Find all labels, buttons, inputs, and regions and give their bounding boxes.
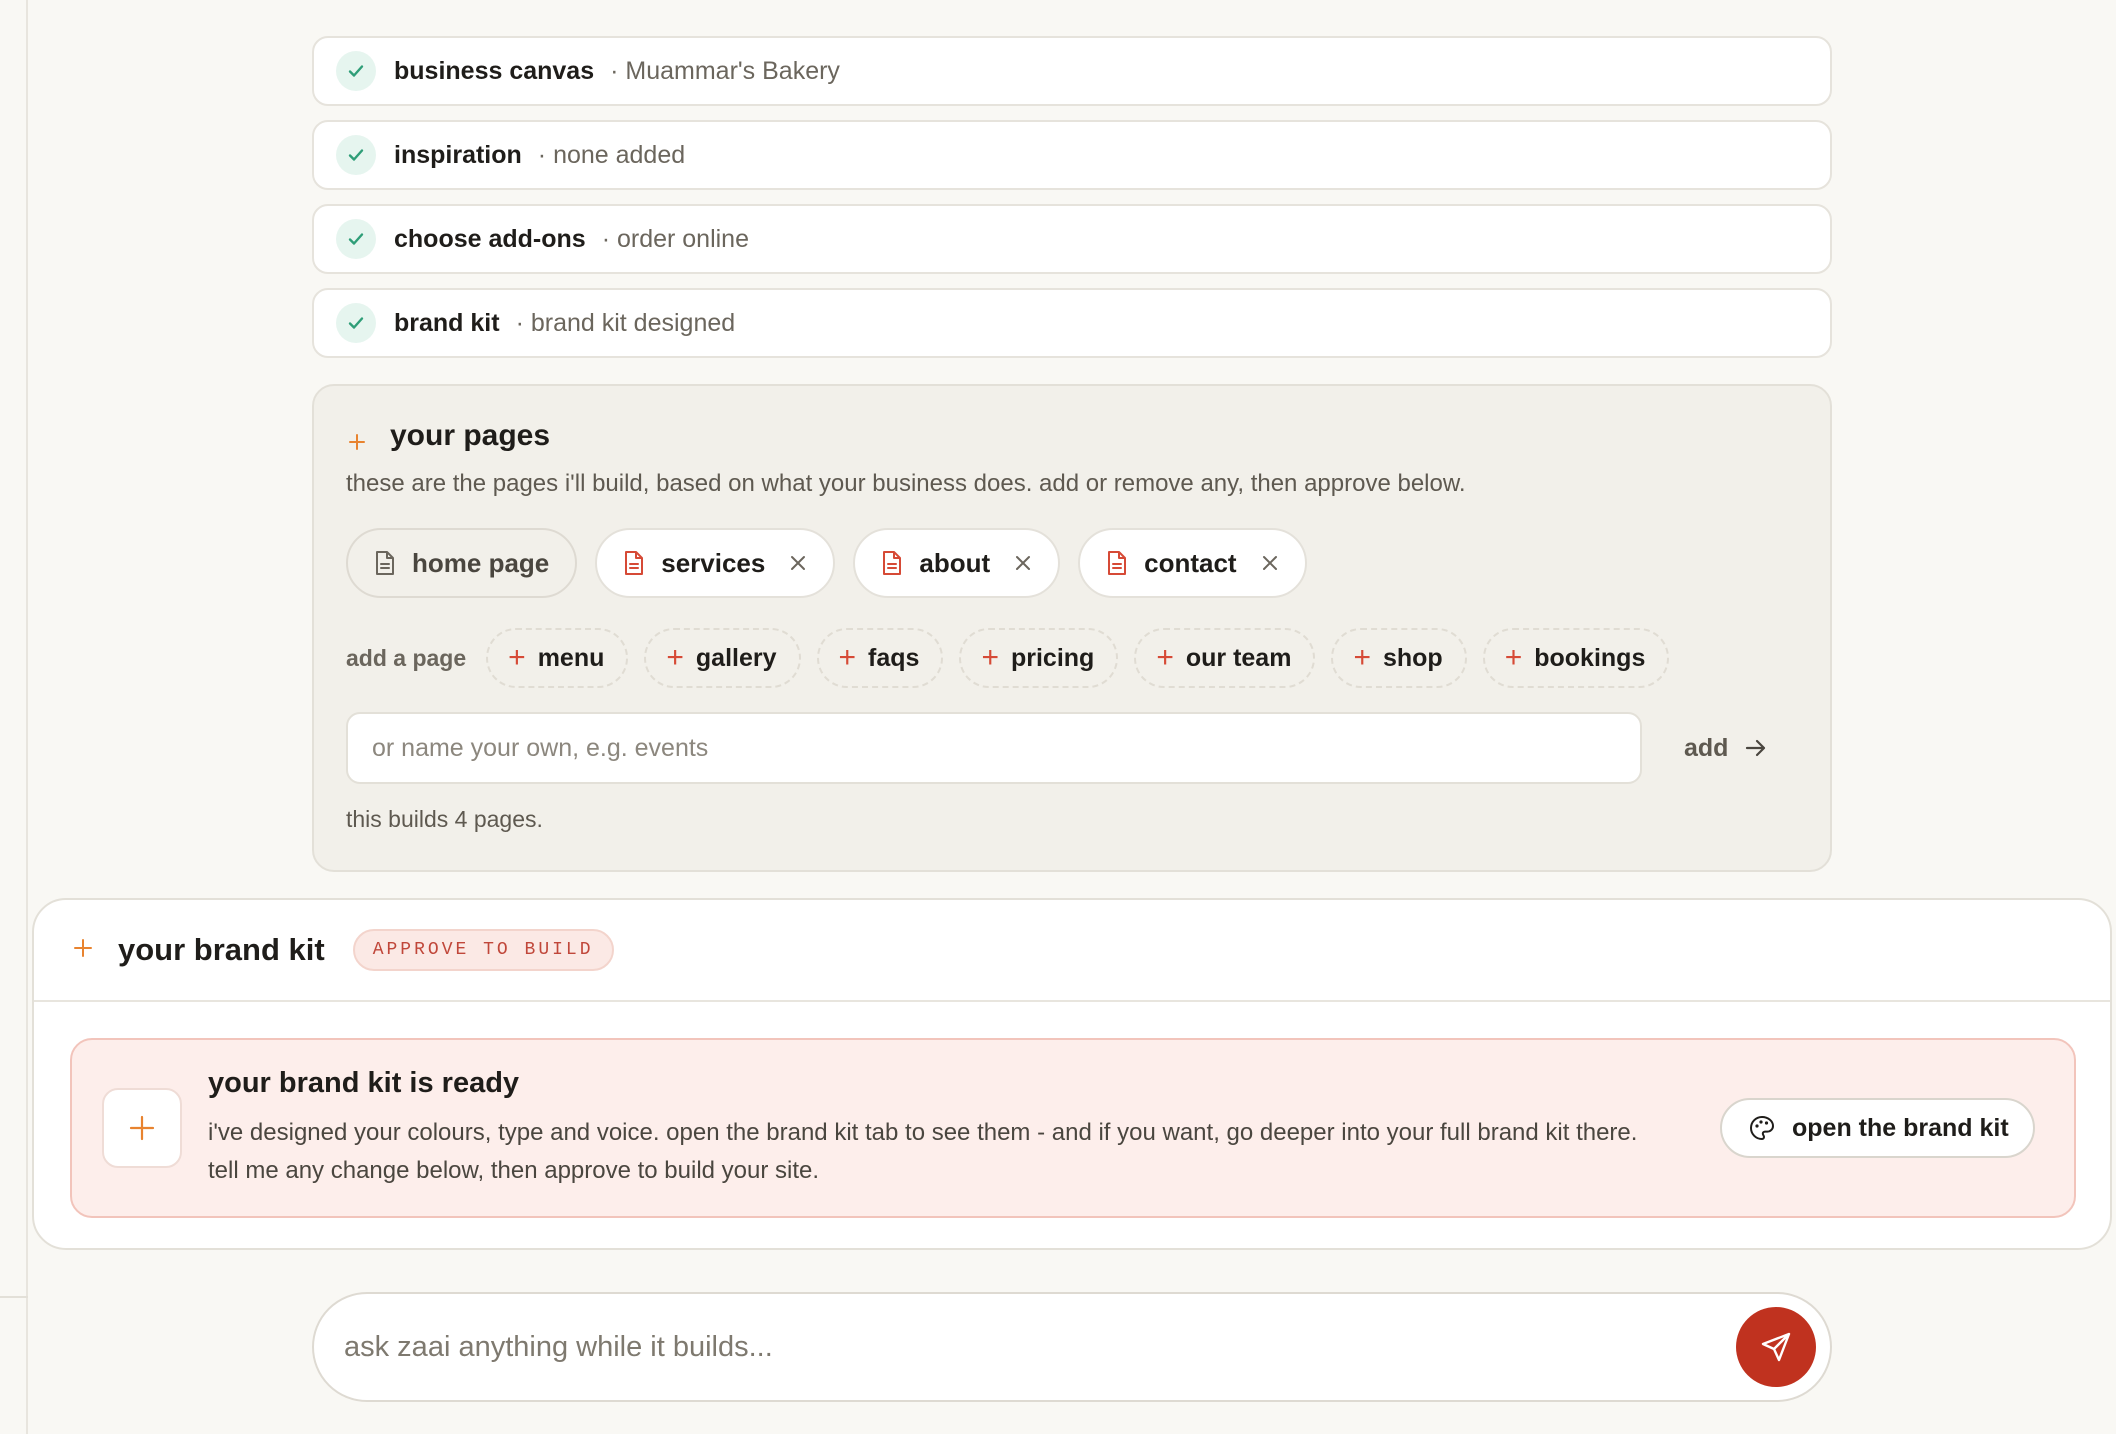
custom-page-input[interactable] xyxy=(346,712,1642,784)
suggest-menu[interactable]: + menu xyxy=(486,628,629,688)
plus-icon: + xyxy=(981,641,999,674)
step-title: inspiration xyxy=(394,140,522,169)
brand-kit-title: your brand kit xyxy=(118,932,325,967)
plus-icon: + xyxy=(508,641,526,674)
step-inspiration[interactable]: inspiration · none added xyxy=(312,120,1832,190)
suggestion-label: shop xyxy=(1382,643,1443,672)
page-chip-home: home page xyxy=(346,528,578,598)
suggest-shop[interactable]: + shop xyxy=(1331,628,1467,688)
page-chip-label: about xyxy=(919,547,991,578)
remove-icon[interactable] xyxy=(1261,554,1279,572)
step-business-canvas[interactable]: business canvas · Muammar's Bakery xyxy=(312,36,1832,106)
palette-icon xyxy=(1750,1116,1774,1140)
send-icon xyxy=(1761,1332,1791,1362)
step-detail: · Muammar's Bakery xyxy=(610,56,840,85)
sparkle-icon xyxy=(346,431,368,453)
check-icon xyxy=(336,303,376,343)
suggest-pricing[interactable]: + pricing xyxy=(959,628,1119,688)
page-chip-label: home page xyxy=(412,547,550,578)
step-detail: · brand kit designed xyxy=(515,308,736,337)
builds-count-note: this builds 4 pages. xyxy=(346,806,543,832)
left-rail-divider xyxy=(0,1296,28,1298)
sparkle-icon xyxy=(72,937,94,964)
step-choose-add-ons[interactable]: choose add-ons · order online xyxy=(312,204,1832,274)
plus-icon: + xyxy=(838,641,857,674)
status-badge: APPROVE TO BUILD xyxy=(352,929,614,971)
sparkle-icon-tile xyxy=(102,1088,182,1168)
plus-icon: + xyxy=(1353,641,1371,674)
ready-title: your brand kit is ready xyxy=(208,1066,520,1099)
left-rail xyxy=(0,0,28,1434)
page-chip-label: services xyxy=(661,547,766,578)
step-title: business canvas xyxy=(394,56,595,85)
brand-kit-ready-box: your brand kit is ready i've designed yo… xyxy=(70,1038,2076,1218)
add-page-row: add a page + menu + gallery + faqs + pricing… xyxy=(346,628,1798,688)
suggest-bookings[interactable]: + bookings xyxy=(1482,628,1670,688)
remove-icon[interactable] xyxy=(789,554,807,572)
suggest-gallery[interactable]: + gallery xyxy=(644,628,801,688)
step-title: brand kit xyxy=(394,308,500,337)
step-detail: · none added xyxy=(537,140,686,169)
chat-bar xyxy=(312,1292,1832,1402)
check-icon xyxy=(336,51,376,91)
add-page-button[interactable]: add xyxy=(1684,734,1768,763)
plus-icon: + xyxy=(1504,641,1523,674)
check-icon xyxy=(336,135,376,175)
suggest-faqs[interactable]: + faqs xyxy=(816,628,944,688)
suggestion-label: gallery xyxy=(695,643,777,672)
remove-icon[interactable] xyxy=(1014,554,1032,572)
completed-steps: business canvas · Muammar's Bakery inspi… xyxy=(312,36,1832,372)
suggestion-label: bookings xyxy=(1534,643,1646,672)
arrow-right-icon xyxy=(1746,739,1766,757)
send-button[interactable] xyxy=(1736,1307,1816,1387)
page-chip-contact[interactable]: contact xyxy=(1078,528,1307,598)
pages-panel: your pages these are the pages i'll buil… xyxy=(312,384,1832,872)
pages-description: these are the pages i'll build, based on… xyxy=(346,470,1466,497)
brand-kit-card: your brand kit APPROVE TO BUILD your bra… xyxy=(32,898,2112,1250)
suggest-our-team[interactable]: + our team xyxy=(1134,628,1316,688)
page-chip-about[interactable]: about xyxy=(853,528,1061,598)
sparkle-icon xyxy=(129,1115,155,1141)
page-chip-label: contact xyxy=(1144,547,1237,578)
step-brand-kit[interactable]: brand kit · brand kit designed xyxy=(312,288,1832,358)
document-icon xyxy=(1106,550,1128,576)
pages-title: your pages xyxy=(390,419,551,452)
selected-pages: home page services about contact xyxy=(346,528,1798,598)
add-page-label: add a page xyxy=(346,644,467,671)
plus-icon: + xyxy=(666,641,684,674)
suggestion-label: menu xyxy=(537,643,605,672)
step-title: choose add-ons xyxy=(394,224,586,253)
suggestion-label: faqs xyxy=(868,643,920,672)
page-chip-services[interactable]: services xyxy=(595,528,836,598)
chat-input[interactable] xyxy=(344,1330,1736,1364)
document-icon xyxy=(623,550,645,576)
suggestion-label: our team xyxy=(1185,643,1292,672)
document-icon xyxy=(881,550,903,576)
step-detail: · order online xyxy=(601,224,749,253)
ready-description: i've designed your colours, type and voi… xyxy=(208,1118,1638,1184)
open-brand-kit-label: open the brand kit xyxy=(1792,1113,2009,1142)
document-icon xyxy=(374,550,396,576)
plus-icon: + xyxy=(1156,641,1174,674)
add-button-label: add xyxy=(1684,733,1729,762)
suggestion-label: pricing xyxy=(1010,643,1095,672)
check-icon xyxy=(336,219,376,259)
open-brand-kit-button[interactable]: open the brand kit xyxy=(1720,1098,2035,1158)
